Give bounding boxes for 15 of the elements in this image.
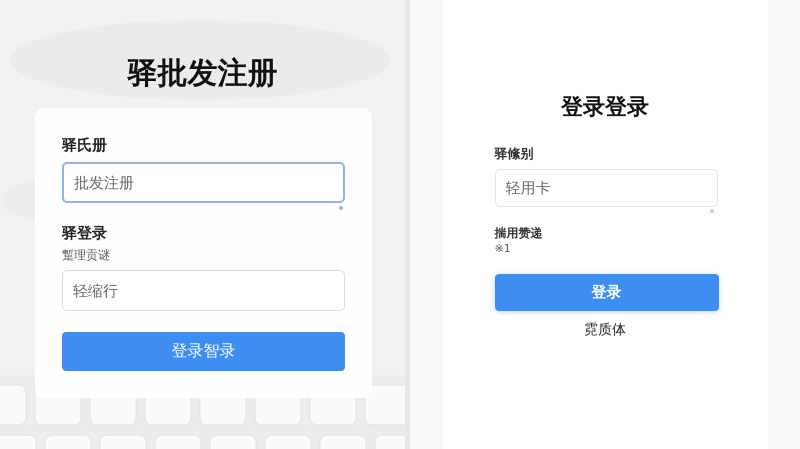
field-label: 驿氏册 — [62, 135, 108, 156]
field-label: 驿登录 — [62, 223, 108, 244]
page-title: 登录登录 — [560, 94, 650, 122]
field-hint: 蹔理贡谜 — [62, 247, 111, 264]
field-label: 驿絛别 — [494, 146, 534, 164]
register-button[interactable]: 登录智录 — [62, 332, 345, 371]
field-label: 揣用赞递 — [494, 225, 544, 241]
resize-handle-icon — [710, 209, 714, 213]
text-link[interactable]: 霓质体 — [494, 321, 716, 339]
input-field[interactable]: 批发注册 — [62, 162, 345, 203]
login-button[interactable]: 登录 — [494, 274, 718, 311]
field-value: ※1 — [494, 241, 512, 257]
input-field[interactable]: 轻缩行 — [62, 270, 345, 311]
resize-handle-icon — [339, 206, 343, 210]
page-title: 驿批发注册 — [128, 55, 278, 93]
